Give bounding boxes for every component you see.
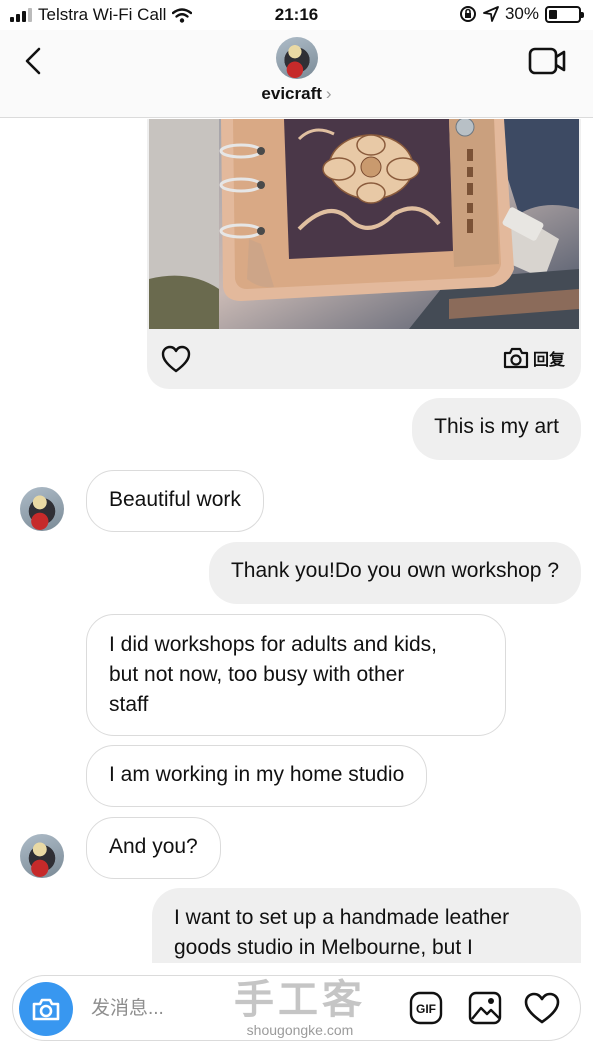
message-line: I want to set up a handmade leather [174, 906, 510, 929]
heart-icon[interactable] [161, 345, 191, 373]
message-composer: GIF [12, 975, 581, 1041]
location-icon [483, 6, 499, 22]
status-bar: Telstra Wi-Fi Call 21:16 30% [0, 0, 593, 30]
heart-icon[interactable] [524, 992, 560, 1024]
message-line: but not now, too busy with other [109, 663, 405, 686]
message-bubble-outgoing[interactable]: This is my art [412, 398, 581, 460]
username-label: evicraft [261, 84, 322, 103]
battery-icon [545, 5, 584, 23]
message-bubble-incoming[interactable]: I am working in my home studio [86, 745, 428, 807]
message-line: goods studio in Melbourne, but I [174, 936, 473, 959]
avatar[interactable] [20, 487, 64, 531]
reply-label: 回复 [532, 352, 565, 369]
reply-button[interactable]: 回复 [502, 346, 565, 370]
message-bubble-incoming[interactable]: And you? [86, 817, 221, 879]
message-text: Thank you!Do you own workshop ? [230, 559, 559, 582]
post-image[interactable] [149, 119, 579, 329]
message-bubble-outgoing[interactable]: I want to set up a handmade leather good… [152, 888, 581, 963]
message-input[interactable] [91, 992, 291, 1026]
camera-icon [503, 347, 529, 369]
message-text: This is my art [434, 415, 559, 438]
shared-post[interactable]: 回复 [147, 119, 581, 389]
image-gallery-icon[interactable] [467, 990, 503, 1026]
avatar[interactable] [20, 834, 64, 878]
message-text: I am working in my home studio [109, 763, 405, 786]
chevron-right-icon: › [325, 84, 332, 103]
gif-button[interactable]: GIF [409, 991, 443, 1025]
post-actions: 回复 [147, 329, 581, 389]
chat-thread[interactable]: 回复 This is my art Beautiful work Thank y… [0, 119, 593, 963]
message-text: And you? [109, 835, 198, 858]
message-line: staff [109, 693, 149, 716]
orientation-lock-icon [459, 6, 476, 22]
message-bubble-outgoing[interactable]: Thank you!Do you own workshop ? [208, 542, 581, 604]
gif-icon: GIF [409, 991, 443, 1025]
avatar[interactable] [276, 37, 318, 79]
chat-header: evicraft › [0, 30, 593, 118]
profile-username[interactable]: evicraft › [0, 84, 593, 104]
video-camera-icon[interactable] [527, 44, 567, 78]
leather-book-image [149, 119, 579, 329]
gif-label: GIF [416, 1002, 436, 1016]
battery-percent: 30% [504, 4, 539, 23]
camera-button[interactable] [19, 982, 73, 1036]
message-text: Beautiful work [109, 488, 241, 511]
message-bubble-incoming[interactable]: I did workshops for adults and kids, but… [86, 614, 506, 736]
message-line: I did workshops for adults and kids, [109, 633, 438, 656]
chevron-left-icon[interactable] [18, 44, 52, 78]
camera-icon [32, 998, 60, 1021]
status-right: 30% [459, 4, 584, 24]
message-bubble-incoming[interactable]: Beautiful work [86, 470, 264, 532]
